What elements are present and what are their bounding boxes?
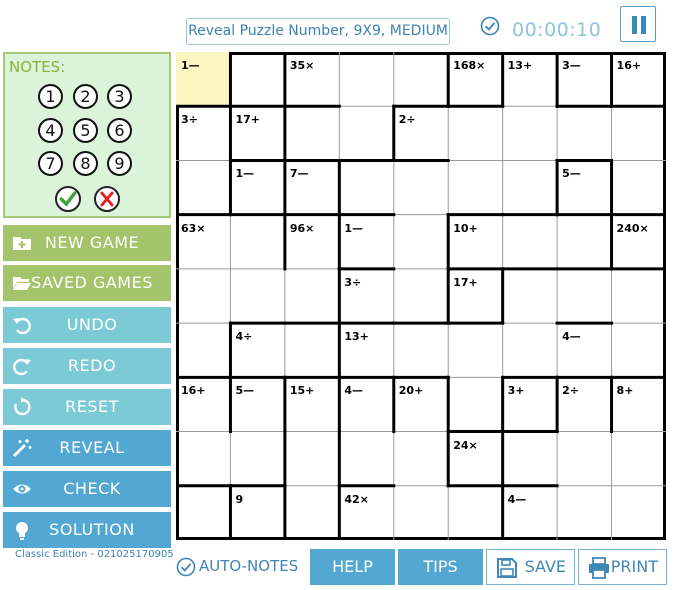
cage-clue: 5— xyxy=(235,384,255,398)
cage-clue: 1— xyxy=(344,221,363,235)
cage-clue: 8+ xyxy=(616,384,634,398)
cage-clue: 168× xyxy=(453,59,486,72)
printer-icon xyxy=(589,557,609,579)
note-9[interactable]: 9 xyxy=(107,151,132,176)
saved-games-label: SAVED GAMES xyxy=(31,273,153,292)
tips-button[interactable]: TIPS xyxy=(398,549,483,585)
puzzle-grid[interactable]: 1— 35× 168× 13+ 3— 16+ 3÷ 17+ 2÷ 1— 7— 5— 63× 96× 1— 10… xyxy=(176,52,666,540)
solution-button[interactable]: SOLUTION xyxy=(3,512,171,548)
cage-clue: 3÷ xyxy=(181,113,198,127)
cage-clue: 240× xyxy=(616,221,649,235)
redo-label: REDO xyxy=(67,356,117,375)
save-label: SAVE xyxy=(524,557,566,576)
edition-text: Classic Edition - 021025170905 xyxy=(15,549,174,560)
pause-icon xyxy=(632,16,637,34)
note-6[interactable]: 6 xyxy=(107,118,132,143)
notes-panel: NOTES: 1 2 3 4 5 6 7 8 9 xyxy=(3,52,171,218)
cage-clue: 42× xyxy=(344,492,369,506)
cage-clue: 13+ xyxy=(507,59,533,72)
cage-clue: 3— xyxy=(562,59,581,72)
cage-clue: 96× xyxy=(289,221,315,235)
pause-button[interactable] xyxy=(620,6,656,42)
cage-clue: 3÷ xyxy=(344,275,362,289)
check-circle-icon[interactable] xyxy=(480,16,500,36)
auto-notes-label: AUTO-NOTES xyxy=(199,557,299,575)
undo-label: UNDO xyxy=(66,315,118,334)
floppy-disk-icon xyxy=(497,558,517,578)
cage-clue: 17+ xyxy=(235,113,260,127)
cage-clue: 24× xyxy=(453,438,478,452)
cage-clue: 10+ xyxy=(453,221,478,235)
check-circle-icon xyxy=(176,557,196,577)
check-button[interactable]: CHECK xyxy=(3,471,171,507)
reveal-label: REVEAL xyxy=(59,438,125,457)
print-button[interactable]: PRINT xyxy=(578,549,667,585)
reset-label: RESET xyxy=(65,397,119,416)
saved-games-button[interactable]: SAVED GAMES xyxy=(3,265,171,301)
note-1[interactable]: 1 xyxy=(38,84,63,109)
note-5[interactable]: 5 xyxy=(73,118,98,143)
reveal-button[interactable]: REVEAL xyxy=(3,430,171,466)
undo-button[interactable]: UNDO xyxy=(3,307,171,343)
note-7[interactable]: 7 xyxy=(38,151,63,176)
note-2[interactable]: 2 xyxy=(73,84,98,109)
puzzle-title: Reveal Puzzle Number, 9X9, MEDIUM xyxy=(186,18,450,45)
cage-clue: 3+ xyxy=(507,384,525,398)
cage-clue: 17+ xyxy=(453,275,478,289)
redo-button[interactable]: REDO xyxy=(3,348,171,384)
new-game-label: NEW GAME xyxy=(44,233,140,252)
notes-title: NOTES: xyxy=(9,58,66,76)
reset-button[interactable]: RESET xyxy=(3,389,171,425)
help-button[interactable]: HELP xyxy=(310,549,395,585)
cage-clue: 13+ xyxy=(344,330,369,344)
cage-clue: 4— xyxy=(562,330,581,344)
cage-clue: 1— xyxy=(235,167,255,181)
cage-clue: 16+ xyxy=(181,384,206,398)
save-button[interactable]: SAVE xyxy=(486,549,575,585)
check-label: CHECK xyxy=(63,479,121,498)
cage-clue: 16+ xyxy=(616,59,642,72)
cage-clue: 2÷ xyxy=(562,384,579,398)
note-3[interactable]: 3 xyxy=(107,84,132,109)
note-4[interactable]: 4 xyxy=(38,118,63,143)
cage-clue: 1— xyxy=(181,59,200,72)
cage-clue: 2÷ xyxy=(398,113,416,127)
cage-clue: 9 xyxy=(235,492,244,506)
cage-clue: 35× xyxy=(289,59,315,72)
cage-clue: 15+ xyxy=(289,384,315,398)
cage-clue: 4÷ xyxy=(235,330,253,344)
new-game-button[interactable]: NEW GAME xyxy=(3,225,171,261)
solution-label: SOLUTION xyxy=(49,520,135,539)
cage-clue: 5— xyxy=(562,167,581,181)
note-8[interactable]: 8 xyxy=(73,151,98,176)
cage-clue: 4— xyxy=(344,384,363,398)
red-x-icon[interactable] xyxy=(94,186,120,212)
print-label: PRINT xyxy=(610,557,658,576)
cage-clue: 63× xyxy=(181,221,206,235)
timer: 00:00:10 xyxy=(512,19,602,41)
cage-clue: 7— xyxy=(289,167,309,181)
green-check-icon[interactable] xyxy=(55,186,81,212)
cage-clue: 4— xyxy=(507,492,527,506)
cage-clue: 20+ xyxy=(398,384,424,398)
